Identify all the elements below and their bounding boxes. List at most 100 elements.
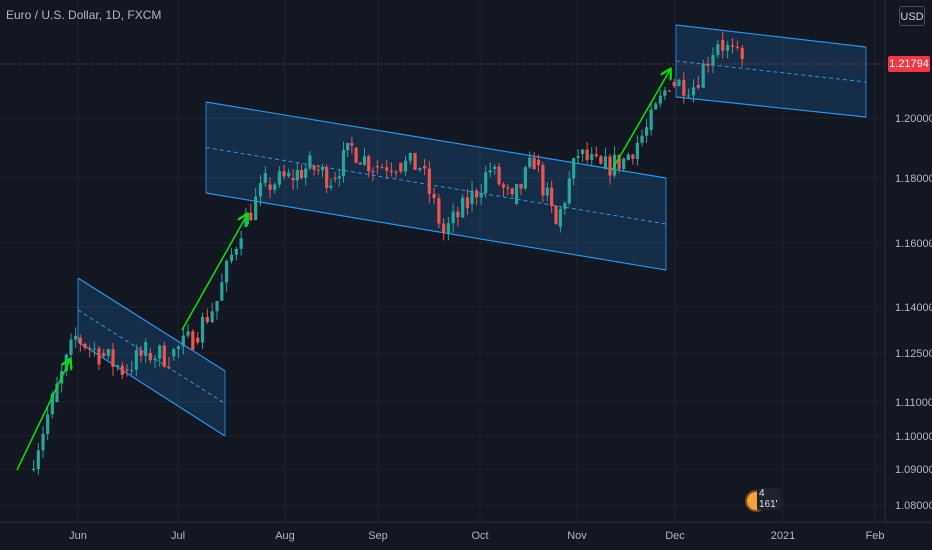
- candle-body: [408, 152, 412, 161]
- candle-body: [287, 172, 291, 177]
- currency-button[interactable]: USD: [899, 6, 925, 26]
- candle-body: [590, 154, 594, 160]
- candle-body: [696, 85, 700, 88]
- candle-body: [380, 167, 384, 169]
- candle-body: [691, 87, 696, 96]
- candle-body: [273, 184, 277, 190]
- candle-body: [191, 331, 195, 350]
- parallel-channels: [77, 24, 867, 437]
- candle-body: [205, 317, 209, 323]
- candle-body: [258, 182, 263, 197]
- candle-body: [418, 168, 422, 170]
- candle-body: [554, 205, 558, 225]
- candle-body: [158, 345, 162, 359]
- candle-body: [341, 150, 346, 177]
- time-axis[interactable]: Jun Jul Aug Sep Oct Nov Dec 2021 Feb: [69, 530, 884, 542]
- price-tick-label: 1.14000: [895, 302, 932, 314]
- candle-body: [735, 46, 739, 48]
- candle-body: [631, 154, 635, 159]
- candle-body: [682, 79, 686, 96]
- candle-body: [325, 167, 329, 188]
- candle-body: [432, 193, 436, 199]
- time-tick-label: Jul: [171, 530, 185, 542]
- candle-body: [139, 350, 143, 356]
- candle-body: [493, 166, 497, 169]
- candle-body: [299, 170, 304, 179]
- candle-body: [362, 156, 367, 165]
- candle-body: [225, 260, 229, 283]
- events-badge-count: 4 161': [757, 488, 781, 510]
- price-tick-label: 1.16000: [895, 238, 932, 250]
- candle-body: [523, 167, 527, 189]
- candle-body: [488, 170, 492, 173]
- candle-body: [337, 176, 341, 179]
- time-tick-label: Feb: [866, 530, 885, 542]
- candle-body: [125, 369, 129, 371]
- candle-body: [541, 165, 545, 196]
- candle-body: [176, 346, 181, 350]
- candle-body: [649, 109, 653, 130]
- price-chart[interactable]: 1.20000 1.18000 1.16000 1.14000 1.12500 1.110…: [0, 0, 932, 550]
- price-tick-label: 1.09000: [895, 464, 932, 476]
- candle-body: [558, 208, 563, 227]
- candle-body: [461, 197, 465, 218]
- candle-body: [277, 171, 281, 185]
- candle-body: [83, 343, 87, 348]
- candle-body: [320, 167, 325, 171]
- candle-body: [116, 365, 120, 367]
- candle-body: [329, 185, 333, 188]
- candle-body: [572, 158, 576, 179]
- candle-body: [519, 183, 523, 189]
- candle-body: [515, 183, 519, 204]
- candle-body: [92, 348, 96, 350]
- candle-body: [603, 156, 608, 169]
- candle-body: [501, 184, 506, 188]
- candle-body: [608, 156, 612, 176]
- candle-body: [308, 155, 312, 169]
- candle-body: [451, 211, 455, 224]
- candle-body: [69, 339, 73, 355]
- candle-body: [594, 154, 598, 157]
- candle-body: [186, 331, 190, 336]
- candle-body: [346, 142, 350, 151]
- candle-body: [371, 171, 375, 173]
- candle-body: [181, 335, 185, 347]
- candle-body: [304, 168, 308, 179]
- time-tick-label: Aug: [275, 530, 295, 542]
- price-axis[interactable]: 1.20000 1.18000 1.16000 1.14000 1.12500 1.110…: [895, 113, 932, 512]
- candle-body: [545, 187, 549, 196]
- candle-body: [563, 203, 567, 209]
- candle-body: [550, 187, 554, 206]
- candle-body: [144, 342, 148, 356]
- candle-body: [358, 162, 362, 165]
- candle-body: [576, 156, 580, 159]
- candle-body: [41, 433, 45, 451]
- symbol-title[interactable]: Euro / U.S. Dollar, 1D, FXCM: [6, 8, 161, 22]
- candle-body: [111, 349, 115, 367]
- candle-body: [282, 171, 286, 177]
- candle-body: [465, 197, 470, 209]
- candle-body: [249, 212, 253, 220]
- candle-body: [312, 166, 316, 170]
- candle-body: [470, 190, 474, 204]
- candle-body: [333, 178, 337, 179]
- price-tick-label: 1.11000: [895, 397, 932, 409]
- candle-body: [350, 142, 354, 146]
- candle-body: [316, 169, 320, 171]
- candle-body: [367, 156, 371, 172]
- candle-body: [644, 127, 649, 136]
- candle-body: [442, 223, 446, 234]
- candle-body: [510, 188, 514, 195]
- candle-body: [716, 44, 720, 56]
- candle-body: [532, 157, 536, 170]
- candle-body: [427, 168, 431, 194]
- candle-body: [120, 365, 124, 375]
- candle-body: [375, 166, 379, 168]
- candle-body: [134, 350, 138, 370]
- candle-body: [36, 450, 40, 469]
- candle-body: [456, 211, 460, 218]
- events-badge[interactable]: 4 161': [745, 488, 781, 518]
- candle-body: [78, 337, 82, 344]
- candle-body: [640, 135, 644, 143]
- last-price-label: 1.21794: [888, 56, 930, 72]
